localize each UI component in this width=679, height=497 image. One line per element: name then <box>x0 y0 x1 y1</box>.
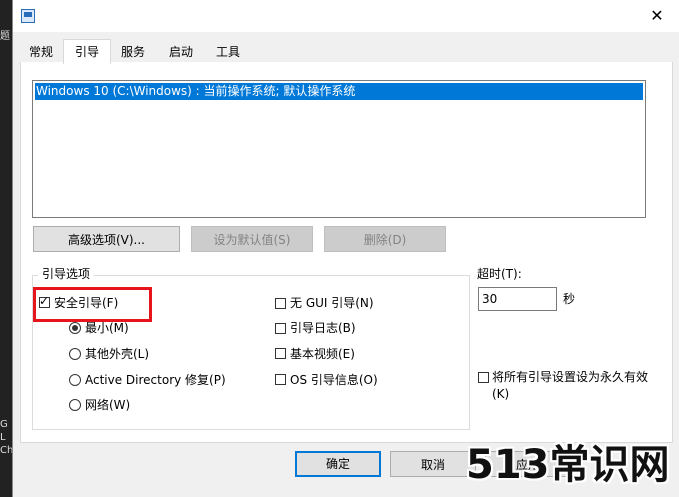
alternate-shell-radio[interactable] <box>69 348 81 360</box>
no-gui-boot-checkbox[interactable] <box>275 298 286 309</box>
make-permanent-checkbox[interactable] <box>478 372 489 383</box>
boot-log-checkbox[interactable] <box>275 323 286 334</box>
cancel-button[interactable]: 取消 <box>390 451 476 477</box>
advanced-options-button[interactable]: 高级选项(V)... <box>33 226 180 252</box>
alternate-shell-label[interactable]: 其他外壳(L) <box>85 346 149 362</box>
boot-log-label[interactable]: 引导日志(B) <box>290 320 356 336</box>
base-video-label[interactable]: 基本视频(E) <box>290 346 355 362</box>
timeout-input[interactable]: 30 <box>478 287 557 311</box>
minimal-label[interactable]: 最小(M) <box>85 320 129 336</box>
site-watermark: 513常识网 <box>466 442 670 488</box>
tab-tools[interactable]: 工具 <box>207 42 249 62</box>
desktop-text-1: 题 <box>0 31 10 42</box>
desktop-text-3: L <box>0 432 6 443</box>
minimal-radio[interactable] <box>69 322 81 334</box>
safe-boot-highlight-box <box>33 287 152 322</box>
boot-options-title: 引导选项 <box>38 266 95 282</box>
ad-repair-label[interactable]: Active Directory 修复(P) <box>85 372 226 388</box>
system-config-window: ✕ 常规 引导 服务 启动 工具 Windows 10 (C:\Windows)… <box>12 0 679 497</box>
delete-button[interactable]: 删除(D) <box>324 226 446 252</box>
set-default-button[interactable]: 设为默认值(S) <box>191 226 313 252</box>
ad-repair-radio[interactable] <box>69 374 81 386</box>
desktop-text-2: G <box>0 419 8 430</box>
network-label[interactable]: 网络(W) <box>85 397 130 413</box>
base-video-checkbox[interactable] <box>275 348 286 359</box>
make-permanent-label-key[interactable]: (K) <box>492 386 509 402</box>
os-boot-info-label[interactable]: OS 引导信息(O) <box>290 372 378 388</box>
tab-general[interactable]: 常规 <box>21 42 61 62</box>
os-boot-info-checkbox[interactable] <box>275 374 286 385</box>
ok-button[interactable]: 确定 <box>295 451 381 477</box>
close-button[interactable]: ✕ <box>637 2 677 30</box>
timeout-unit: 秒 <box>563 292 576 306</box>
no-gui-boot-label[interactable]: 无 GUI 引导(N) <box>290 295 374 311</box>
network-radio[interactable] <box>69 399 81 411</box>
timeout-label: 超时(T): <box>477 267 522 281</box>
msconfig-app-icon <box>21 9 35 23</box>
make-permanent-label[interactable]: 将所有引导设置设为永久有效 <box>492 369 648 385</box>
os-list[interactable]: Windows 10 (C:\Windows) : 当前操作系统; 默认操作系统 <box>32 80 646 218</box>
tab-boot[interactable]: 引导 <box>63 39 111 64</box>
tab-startup[interactable]: 启动 <box>161 42 201 62</box>
tab-services[interactable]: 服务 <box>111 42 155 62</box>
title-bar: ✕ <box>13 0 679 32</box>
os-list-item[interactable]: Windows 10 (C:\Windows) : 当前操作系统; 默认操作系统 <box>35 83 643 100</box>
